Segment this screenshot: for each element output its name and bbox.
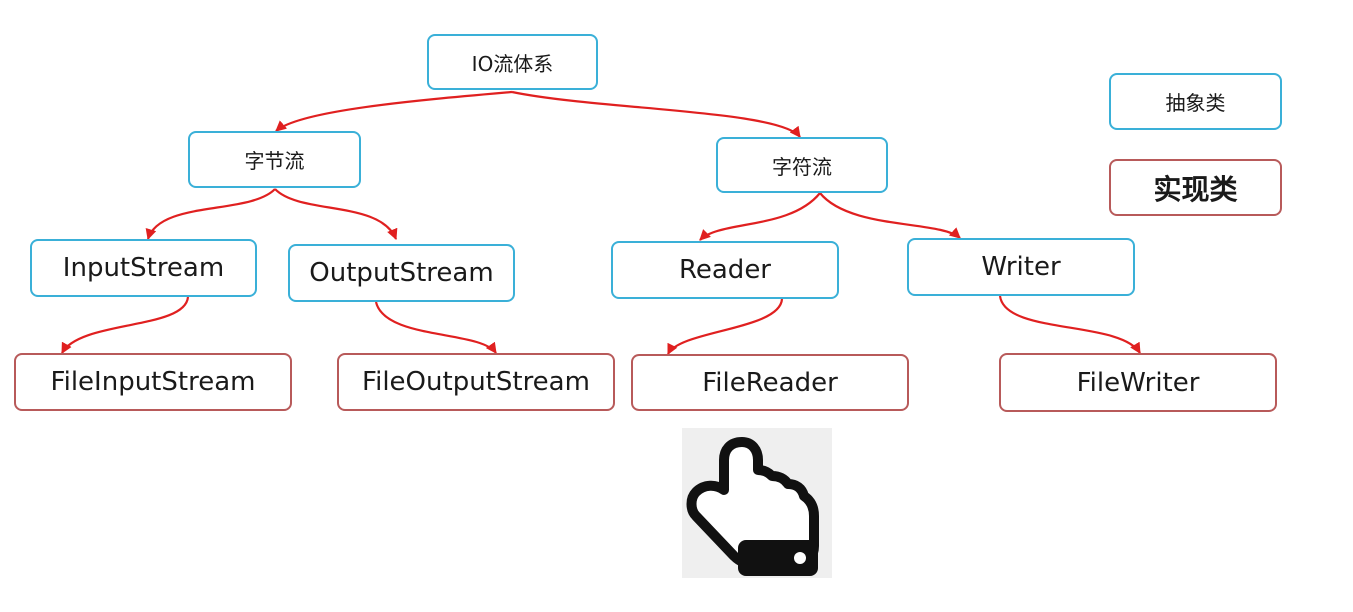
edge-reader-filereader [667, 298, 784, 355]
node-io-stream-system: IO流体系 [427, 34, 598, 90]
edge-inputstream-fileinputstream [61, 296, 190, 354]
edge-writer-filewriter [998, 295, 1141, 354]
edge-byte-inputstream [145, 188, 276, 241]
node-label: FileWriter [1076, 367, 1200, 398]
edge-char-writer [819, 192, 961, 239]
pointing-hand-icon [682, 428, 832, 578]
node-label: Writer [981, 252, 1061, 282]
node-label: 字节流 [244, 149, 305, 173]
node-label: FileOutputStream [362, 367, 590, 397]
node-fileinputstream: FileInputStream [14, 353, 292, 411]
node-inputstream: InputStream [30, 239, 257, 297]
node-outputstream: OutputStream [288, 244, 515, 302]
node-label: IO流体系 [471, 51, 554, 76]
edge-root-byte-stream [275, 90, 513, 132]
edge-root-char-stream [511, 90, 801, 138]
node-filereader: FileReader [631, 354, 909, 411]
node-char-stream: 字符流 [716, 137, 888, 193]
edge-byte-outputstream [274, 188, 398, 241]
legend-concrete-class: 实现类 [1109, 159, 1282, 216]
node-writer: Writer [907, 238, 1135, 296]
node-label: 字符流 [772, 154, 832, 179]
node-label: FileReader [702, 367, 838, 398]
node-filewriter: FileWriter [999, 353, 1277, 412]
node-label: FileInputStream [50, 367, 256, 397]
legend-label: 抽象类 [1165, 91, 1226, 115]
legend-label: 实现类 [1153, 172, 1238, 206]
edge-outputstream-fileoutputstream [374, 301, 497, 354]
node-label: InputStream [62, 253, 225, 283]
node-label: OutputStream [309, 258, 494, 288]
edge-char-reader [699, 192, 821, 241]
node-fileoutputstream: FileOutputStream [337, 353, 615, 411]
legend-abstract-class: 抽象类 [1109, 73, 1282, 130]
node-byte-stream: 字节流 [188, 131, 361, 188]
node-reader: Reader [611, 241, 839, 299]
node-label: Reader [678, 255, 771, 285]
